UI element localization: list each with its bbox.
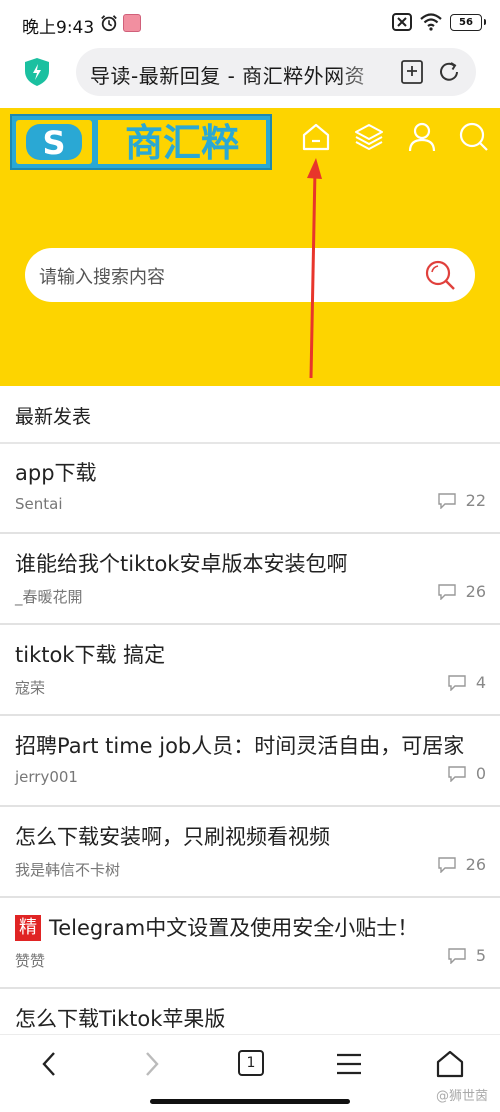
list-item[interactable]: 怎么下载安装啊，只刷视频看视频 我是韩信不卡树 26 bbox=[0, 807, 500, 898]
comment-count: 22 bbox=[437, 491, 486, 510]
comment-count: 5 bbox=[448, 946, 486, 965]
comment-icon bbox=[437, 583, 456, 600]
app-notification-icon bbox=[123, 14, 141, 32]
layers-icon[interactable] bbox=[354, 122, 384, 152]
post-title[interactable]: 招聘Part time job人员：时间灵活自由，可居家 bbox=[15, 730, 464, 760]
post-title[interactable]: tiktok下载 搞定 bbox=[15, 639, 165, 669]
search-button-icon[interactable] bbox=[424, 259, 456, 291]
logo-text: 商汇粹 bbox=[125, 121, 239, 165]
post-author[interactable]: 寇荣 bbox=[15, 677, 45, 698]
alarm-icon bbox=[101, 15, 117, 32]
browser-home-icon[interactable] bbox=[435, 1049, 465, 1079]
post-author[interactable]: 我是韩信不卡树 bbox=[15, 859, 120, 880]
list-item[interactable]: app下载 Sentai 22 bbox=[0, 443, 500, 534]
browser-address-bar: 导读-最新回复 - 商汇粹外网资 bbox=[0, 48, 500, 108]
post-list: app下载 Sentai 22 谁能给我个tiktok安卓版本安装包啊 _春暖花… bbox=[0, 443, 500, 1078]
comment-icon bbox=[448, 674, 466, 691]
list-item[interactable]: 谁能给我个tiktok安卓版本安装包啊 _春暖花開 26 bbox=[0, 534, 500, 625]
post-author[interactable]: Sentai bbox=[15, 495, 63, 513]
gesture-bar bbox=[150, 1099, 350, 1104]
search-icon[interactable] bbox=[459, 122, 489, 152]
refresh-icon[interactable] bbox=[436, 59, 462, 85]
list-item[interactable]: 精 Telegram中文设置及使用安全小贴士！ 赞赞 5 bbox=[0, 898, 500, 989]
menu-icon[interactable] bbox=[334, 1049, 364, 1079]
watermark: @狮世茵 bbox=[435, 1089, 488, 1104]
comment-count: 26 bbox=[437, 582, 486, 601]
logo-letter: S bbox=[42, 124, 65, 162]
post-title-featured[interactable]: 精 Telegram中文设置及使用安全小贴士！ bbox=[15, 912, 418, 942]
back-icon[interactable] bbox=[35, 1049, 65, 1079]
post-title[interactable]: app下载 bbox=[15, 457, 97, 487]
post-title[interactable]: 怎么下载Tiktok苹果版 bbox=[15, 1003, 225, 1033]
site-logo[interactable]: S 商汇粹 bbox=[10, 114, 272, 170]
comment-count: 0 bbox=[448, 764, 486, 783]
section-header: 最新发表 bbox=[0, 386, 500, 444]
battery-indicator: 56 bbox=[450, 13, 486, 31]
browser-toolbar: 1 @狮世茵 bbox=[0, 1034, 500, 1112]
comment-icon bbox=[437, 856, 456, 873]
wifi-icon bbox=[420, 13, 442, 31]
comment-icon bbox=[448, 947, 466, 964]
forward-icon[interactable] bbox=[136, 1049, 166, 1079]
search-bar[interactable]: 请输入搜索内容 bbox=[25, 248, 475, 302]
home-icon[interactable] bbox=[301, 122, 331, 152]
post-author[interactable]: jerry001 bbox=[15, 768, 78, 786]
status-time: 晚上9:43 bbox=[22, 18, 95, 38]
user-icon[interactable] bbox=[407, 122, 437, 152]
comment-count: 26 bbox=[437, 855, 486, 874]
comment-count: 4 bbox=[448, 673, 486, 692]
post-title[interactable]: 怎么下载安装啊，只刷视频看视频 bbox=[15, 821, 330, 851]
post-author[interactable]: _春暖花開 bbox=[15, 586, 83, 607]
list-item[interactable]: tiktok下载 搞定 寇荣 4 bbox=[0, 625, 500, 716]
post-title[interactable]: Telegram中文设置及使用安全小贴士！ bbox=[49, 916, 418, 940]
site-header: S 商汇粹 请输入搜索内容 bbox=[0, 108, 500, 386]
section-title: 最新发表 bbox=[15, 406, 92, 428]
status-bar: 晚上9:43 56 bbox=[0, 0, 500, 48]
list-item[interactable]: 招聘Part time job人员：时间灵活自由，可居家 jerry001 0 bbox=[0, 716, 500, 807]
add-bookmark-icon[interactable] bbox=[399, 59, 425, 85]
url-box[interactable]: 导读-最新回复 - 商汇粹外网资 bbox=[76, 48, 476, 96]
tabs-button[interactable]: 1 bbox=[238, 1050, 264, 1076]
comment-icon bbox=[448, 765, 466, 782]
shield-icon[interactable] bbox=[24, 57, 50, 87]
search-input[interactable]: 请输入搜索内容 bbox=[39, 263, 165, 289]
comment-icon bbox=[437, 492, 456, 509]
sim-icon bbox=[392, 13, 412, 31]
featured-badge: 精 bbox=[15, 915, 41, 941]
post-title[interactable]: 谁能给我个tiktok安卓版本安装包啊 bbox=[15, 548, 347, 578]
post-author[interactable]: 赞赞 bbox=[15, 950, 45, 971]
